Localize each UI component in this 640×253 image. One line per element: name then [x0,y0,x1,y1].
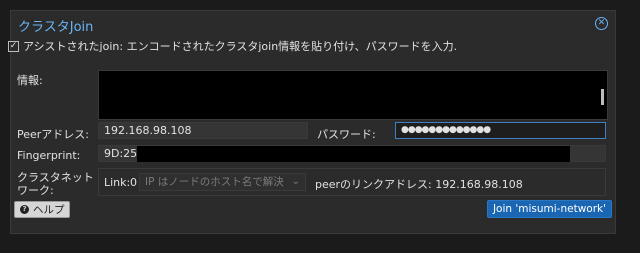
link-address-placeholder: IP はノードのホスト名で解決 [145,176,284,188]
assisted-join-row[interactable]: ✓ アシストされたjoin: エンコードされたクラスタjoin情報を貼り付け、パ… [8,39,457,53]
password-label: パスワード: [317,128,376,141]
cluster-network-label-line2: ワーク: [17,184,54,197]
fingerprint-label: Fingerprint: [17,149,81,162]
link-address-select[interactable]: IP はノードのホスト名で解決 ⌄ [139,173,306,191]
join-button[interactable]: Join 'misumi-network' [486,200,612,218]
assisted-join-checkbox[interactable]: ✓ [8,40,19,52]
password-input[interactable]: ●●●●●●●●●●●●● [395,122,606,139]
close-icon[interactable]: ✕ [595,17,608,30]
peer-address-label: Peerアドレス: [17,128,90,141]
info-scrollbar[interactable] [601,89,604,105]
chevron-down-icon[interactable]: ⌄ [292,174,300,190]
fingerprint-redaction [137,146,570,162]
dialog-title: クラスタJoin [18,20,94,35]
info-label: 情報: [17,74,43,87]
link-number: 0 [130,176,137,189]
peer-address-input[interactable]: 192.168.98.108 [98,122,308,139]
link-label: Link: [104,176,131,189]
help-button[interactable]: ? ヘルプ [14,201,70,218]
info-textarea[interactable] [98,70,608,120]
title-bar: クラスタJoin ✕ [11,11,615,37]
dialog-footer: ? ヘルプ Join 'misumi-network' [10,198,616,224]
assisted-join-label: アシストされたjoin: エンコードされたクラスタjoin情報を貼り付け、パスワ… [23,40,458,53]
peer-link-address: peerのリンクアドレス: 192.168.98.108 [315,178,523,191]
help-button-label: ヘルプ [33,203,65,216]
question-icon: ? [20,205,29,214]
cluster-network-box: Link: 0 IP はノードのホスト名で解決 ⌄ peerのリンクアドレス: … [98,168,606,196]
